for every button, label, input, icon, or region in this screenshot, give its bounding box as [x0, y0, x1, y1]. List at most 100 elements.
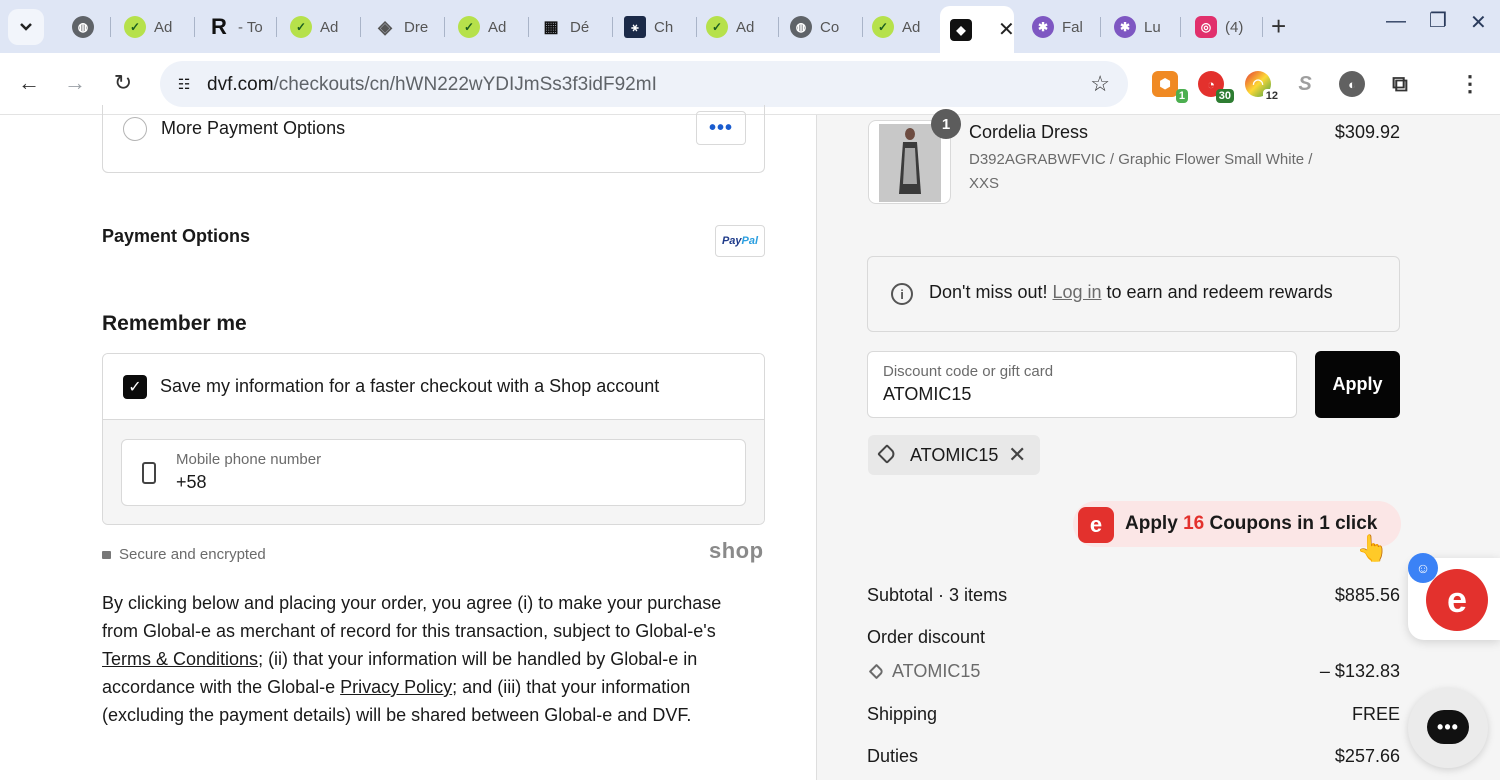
instagram-icon: ◎ [1195, 16, 1217, 38]
phone-value[interactable]: +58 [176, 472, 207, 493]
checkout-form: More Payment Options ••• Payment Options… [0, 105, 816, 780]
tab-5[interactable]: ◈ Dre [362, 8, 442, 46]
dvf-logo-icon: ◆ [950, 18, 972, 41]
chevron-down-icon [20, 23, 32, 31]
restore-icon[interactable]: ❐ [1429, 8, 1447, 33]
site-settings-icon[interactable]: ☷ [172, 72, 196, 96]
tab-7[interactable]: ▦ Dé [528, 8, 610, 46]
tag-icon [868, 663, 885, 680]
subtotal-row: Subtotal · 3 items $885.56 [867, 585, 1400, 605]
remove-discount-icon[interactable]: ✕ [1008, 442, 1026, 468]
new-tab-plus-icon[interactable]: + [1271, 11, 1286, 42]
shop-logo: shop [709, 538, 764, 563]
extension-3-icon[interactable]: ◠ 12 [1245, 71, 1281, 103]
remember-me-box: ✓ Save my information for a faster check… [102, 353, 765, 525]
pattern-icon: ▦ [543, 19, 559, 36]
quantity-badge: 1 [931, 109, 961, 139]
tab-14[interactable]: ✱ Lu [1102, 8, 1178, 46]
tab-8[interactable]: ⚹ Ch [612, 8, 694, 46]
tab-10[interactable]: ◍ Co [778, 8, 860, 46]
reload-icon[interactable]: ↻ [107, 67, 139, 99]
save-info-label: Save my information for a faster checkou… [160, 376, 660, 396]
product-name: Cordelia Dress [969, 122, 1089, 142]
extensions-puzzle-icon[interactable]: ⧉ [1387, 71, 1413, 97]
tab-active-dvf[interactable]: ◆ ✕ [940, 6, 1014, 53]
more-payment-radio[interactable] [123, 117, 147, 141]
rewards-banner: i Don't miss out! Log in to earn and red… [867, 256, 1400, 332]
more-payment-dots-button[interactable]: ••• [696, 111, 746, 145]
remember-me-heading: Remember me [102, 312, 247, 335]
phone-placeholder: Mobile phone number [176, 451, 322, 468]
discount-code-field[interactable]: Discount code or gift card ATOMIC15 [867, 351, 1297, 418]
checkmark-green-icon: ✓ [872, 16, 894, 38]
privacy-policy-link[interactable]: Privacy Policy [340, 677, 452, 697]
diamond-icon: ◈ [378, 16, 392, 37]
more-payment-label: More Payment Options [161, 118, 346, 138]
chat-bubble-icon: ••• [1427, 710, 1469, 744]
tab-3[interactable]: R- To [196, 8, 272, 46]
product-variant: D392AGRABWFVIC / Graphic Flower Small Wh… [969, 151, 1313, 192]
globe-icon: ◍ [790, 16, 812, 38]
lock-icon [102, 551, 111, 559]
more-payment-options-row[interactable]: More Payment Options ••• [102, 105, 765, 173]
shipping-row: Shipping FREE [867, 704, 1400, 724]
discount-value[interactable]: ATOMIC15 [883, 384, 971, 405]
duties-row: Duties $257.66 [867, 746, 1400, 766]
order-discount-row: Order discount [867, 627, 986, 647]
extension-1-icon[interactable]: ⬢ 1 [1152, 71, 1188, 103]
back-arrow-icon[interactable]: ← [13, 67, 45, 99]
phone-icon [142, 462, 156, 484]
mobile-phone-field[interactable]: Mobile phone number +58 [121, 439, 746, 506]
paypal-button[interactable]: Pay Pal [715, 225, 765, 257]
browser-tab-bar: ◍ ✓ Ad R- To ✓ Ad ◈ Dre ✓ Ad ▦ Dé ⚹ Ch ✓ Ad ◍ Co… [0, 0, 1500, 53]
discount-placeholder: Discount code or gift card [883, 363, 1054, 380]
forward-arrow-icon[interactable]: → [59, 67, 91, 99]
tab-9[interactable]: ✓ Ad [694, 8, 776, 46]
figure-icon: ⚹ [624, 16, 646, 38]
tab-4[interactable]: ✓ Ad [278, 8, 358, 46]
payment-options-heading: Payment Options [102, 226, 251, 246]
tab-6[interactable]: ✓ Ad [446, 8, 526, 46]
tab-search-button[interactable] [8, 9, 44, 45]
chat-button[interactable]: ••• [1408, 688, 1488, 768]
tab-13[interactable]: ✱ Fal [1020, 8, 1098, 46]
purple-gear-icon: ✱ [1114, 16, 1136, 38]
close-window-icon[interactable]: ✕ [1470, 10, 1487, 35]
close-tab-icon[interactable]: ✕ [998, 17, 1014, 42]
checkmark-green-icon: ✓ [458, 16, 480, 38]
tag-icon [877, 444, 897, 464]
apply-discount-button[interactable]: Apply [1315, 351, 1400, 418]
discount-code-row: ATOMIC15 – $132.83 [867, 661, 1400, 682]
product-price: $309.92 [1334, 122, 1400, 142]
tab-2[interactable]: ✓ Ad [112, 8, 192, 46]
purple-gear-icon: ✱ [1032, 16, 1054, 38]
assistant-bot-icon[interactable]: ☺ [1408, 553, 1438, 583]
coupon-extension-logo-icon: e [1426, 569, 1488, 631]
checkmark-green-icon: ✓ [706, 16, 728, 38]
info-icon: i [891, 283, 913, 305]
url-text[interactable]: dvf.com/checkouts/cn/hWN222wYDIJmSs3f3id… [207, 74, 657, 96]
extension-2-icon[interactable]: ◔ 30 [1198, 71, 1234, 103]
extension-5-icon[interactable]: ◐ [1339, 71, 1365, 97]
save-info-checkbox[interactable]: ✓ [123, 375, 147, 399]
browser-menu-icon[interactable]: ⋮ [1457, 71, 1483, 97]
apply-coupons-button[interactable]: e Apply 16 Coupons in 1 click 👆 [1073, 501, 1401, 563]
r-letter-icon: R [211, 14, 227, 39]
coupon-extension-logo-icon: e [1078, 507, 1114, 543]
dress-image [879, 124, 941, 202]
checkmark-green-icon: ✓ [290, 16, 312, 38]
tab-1[interactable]: ◍ [60, 8, 104, 46]
tab-11[interactable]: ✓ Ad [860, 8, 940, 46]
minimize-icon[interactable]: — [1386, 10, 1406, 33]
extension-4-icon[interactable]: S [1292, 71, 1318, 97]
terms-link[interactable]: Terms & Conditions [102, 649, 258, 669]
order-summary: 1 Cordelia Dress D392AGRABWFVIC / Graphi… [816, 109, 1500, 780]
tab-15[interactable]: ◎ (4) [1183, 8, 1259, 46]
login-link[interactable]: Log in [1052, 282, 1101, 302]
legal-agreement-text: By clicking below and placing your order… [102, 593, 722, 725]
globe-icon: ◍ [72, 16, 94, 38]
secure-note: Secure and encrypted [102, 546, 266, 563]
address-bar[interactable]: ☷ dvf.com/checkouts/cn/hWN222wYDIJmSs3f3… [160, 61, 1128, 107]
save-info-row[interactable]: ✓ Save my information for a faster check… [103, 354, 764, 420]
bookmark-star-icon[interactable]: ☆ [1090, 71, 1110, 97]
